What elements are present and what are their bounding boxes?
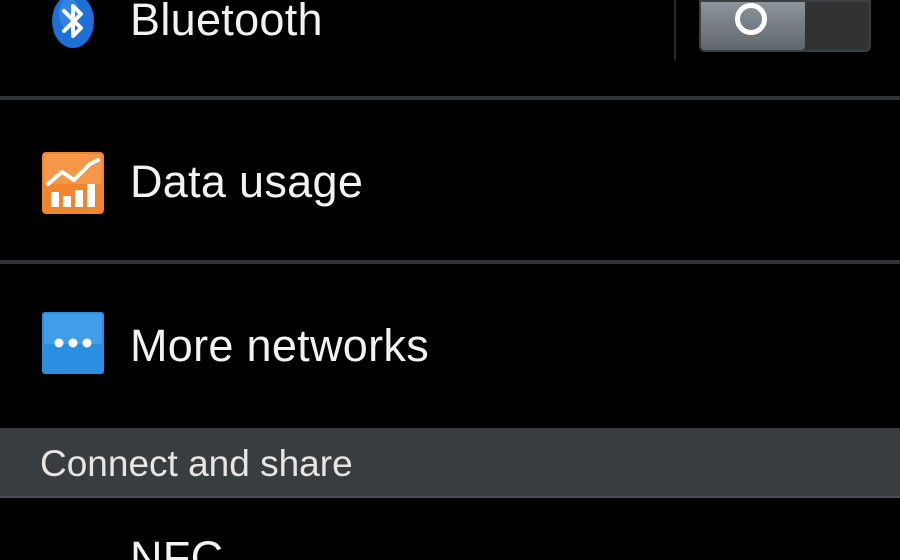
data-usage-chart-icon xyxy=(42,152,104,214)
toggle-knob[interactable] xyxy=(701,2,805,50)
toggle-separator xyxy=(674,0,676,60)
bluetooth-icon xyxy=(44,0,102,50)
data-usage-label: Data usage xyxy=(130,156,364,207)
nfc-label: NFC xyxy=(130,532,224,560)
section-header-title: Connect and share xyxy=(40,443,353,484)
more-networks-label: More networks xyxy=(130,320,429,371)
section-header-connect-and-share: Connect and share xyxy=(0,428,900,498)
bluetooth-toggle-switch[interactable] xyxy=(699,0,871,52)
power-off-ring-icon xyxy=(735,3,767,35)
settings-screen: Bluetooth Data usage More networks Conne… xyxy=(0,0,900,560)
more-networks-dots-icon xyxy=(42,312,104,374)
bluetooth-label: Bluetooth xyxy=(130,0,323,45)
bluetooth-setting-row[interactable]: Bluetooth xyxy=(0,0,900,96)
more-networks-setting-row[interactable]: More networks xyxy=(0,264,900,428)
nfc-setting-row[interactable]: NFC xyxy=(0,498,900,560)
data-usage-setting-row[interactable]: Data usage xyxy=(0,100,900,260)
